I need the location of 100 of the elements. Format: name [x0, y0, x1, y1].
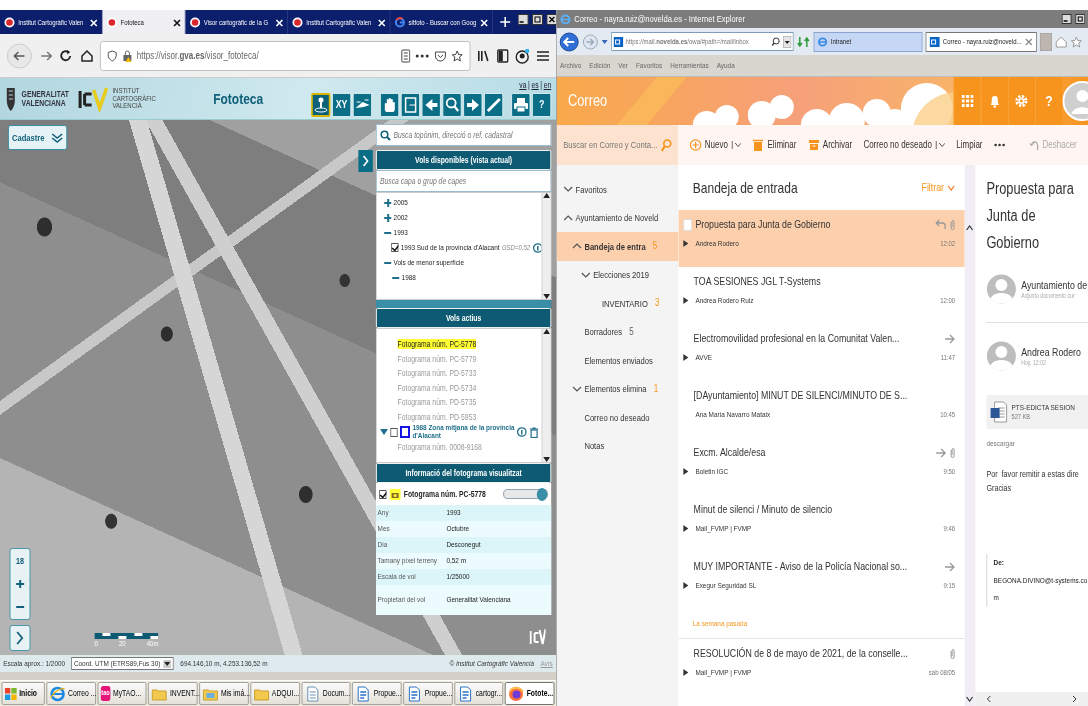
- folder-item[interactable]: Elementos enviados: [556, 346, 679, 375]
- pocket-icon[interactable]: [434, 49, 446, 62]
- taskbar-item[interactable]: INVENT...: [148, 682, 198, 705]
- minimize-icon[interactable]: [517, 14, 529, 25]
- expand-triangle-icon[interactable]: [683, 525, 689, 533]
- junk-command[interactable]: Correo no deseado: [863, 139, 946, 151]
- restore-icon[interactable]: [1074, 14, 1085, 24]
- language-link[interactable]: en: [543, 80, 552, 91]
- layer-group-name[interactable]: 1988 Zona mitjana de la província d'Alacant: [412, 424, 515, 440]
- scrollbar[interactable]: [541, 193, 551, 299]
- close-icon[interactable]: [171, 17, 181, 27]
- menu-item[interactable]: Edición: [589, 60, 611, 71]
- star-icon[interactable]: [1070, 35, 1083, 48]
- search-field[interactable]: Buscar en Correo y Conta...: [563, 139, 661, 151]
- folder-item[interactable]: INVENTARIO 3: [556, 289, 679, 318]
- chevron-down-icon[interactable]: [572, 384, 582, 393]
- door-tool-button[interactable]: [400, 92, 420, 117]
- star-icon[interactable]: [450, 49, 463, 62]
- caret-down-icon[interactable]: [380, 428, 388, 436]
- folder-item[interactable]: Notas: [556, 431, 679, 460]
- library-icon[interactable]: [476, 48, 491, 63]
- address-field[interactable]: https://visor.gva.es/visor_fototeca/: [100, 40, 470, 71]
- magnifier-tool-button[interactable]: [442, 92, 462, 117]
- folder-item[interactable]: Elecciones 2019: [556, 260, 679, 289]
- help-button[interactable]: ?: [532, 92, 552, 117]
- compatibility-icon[interactable]: [796, 34, 811, 49]
- expand-triangle-icon[interactable]: [683, 297, 689, 305]
- taskbar-item[interactable]: ADQUI...: [250, 682, 300, 705]
- sweep-command[interactable]: Limpiar: [956, 139, 983, 151]
- tree-label[interactable]: 2005: [393, 197, 408, 208]
- printer-tool-button[interactable]: [511, 92, 531, 117]
- chevron-up-icon[interactable]: [572, 242, 582, 251]
- plus-icon[interactable]: [383, 212, 392, 223]
- taskbar-item[interactable]: Correo ...: [46, 682, 96, 705]
- checkbox[interactable]: [379, 489, 387, 499]
- coordinates-button[interactable]: XY: [332, 92, 352, 117]
- info-icon[interactable]: [517, 427, 527, 437]
- account-icon[interactable]: [515, 47, 530, 64]
- expand-triangle-icon[interactable]: [683, 669, 689, 677]
- download-link[interactable]: descargar: [986, 439, 1088, 449]
- folder-item[interactable]: Ayuntamiento de Noveld: [556, 203, 679, 232]
- minimize-icon[interactable]: [1061, 14, 1072, 24]
- menu-item[interactable]: Favoritos: [635, 60, 663, 71]
- taskbar-item[interactable]: Docum...: [301, 682, 351, 705]
- scroll-up-icon[interactable]: [965, 225, 974, 231]
- new-tab-icon[interactable]: [499, 16, 512, 28]
- scrollbar[interactable]: [975, 692, 1088, 706]
- search-field[interactable]: Busca topònim, direcció o ref. cadastral: [393, 129, 548, 141]
- tree-label[interactable]: 1988: [401, 272, 416, 283]
- expand-triangle-icon[interactable]: [683, 354, 689, 362]
- basemap-dropdown[interactable]: Cadastre: [8, 125, 68, 150]
- layer-search-box[interactable]: Busca capa o grup de capes: [376, 170, 552, 192]
- tree-label[interactable]: Vols de menor superfície: [393, 257, 465, 268]
- expand-triangle-icon[interactable]: [683, 240, 689, 248]
- tree-label[interactable]: 2002: [393, 212, 408, 223]
- language-link[interactable]: es: [531, 80, 539, 91]
- close-icon[interactable]: [546, 14, 557, 25]
- photo-item[interactable]: Fotograma núm. PC-5778: [397, 339, 477, 350]
- home-icon[interactable]: [79, 48, 94, 63]
- taskbar-item[interactable]: Propue...: [403, 682, 453, 705]
- info-icon[interactable]: [532, 242, 542, 253]
- layer-search-field[interactable]: Busca capa o grup de capes: [380, 175, 548, 187]
- selection-checkbox[interactable]: [683, 218, 693, 231]
- tree-label[interactable]: 1993: [393, 227, 408, 238]
- taskbar-item[interactable]: Mis imá...: [199, 682, 249, 705]
- expand-triangle-icon[interactable]: [683, 468, 689, 476]
- ruler-tool-button[interactable]: [484, 92, 504, 117]
- folder-item[interactable]: Elementos elimina 1: [556, 374, 679, 403]
- chevron-down-icon[interactable]: [563, 185, 574, 194]
- dropdown-arrow-icon[interactable]: [782, 35, 791, 48]
- folder-item[interactable]: Correo no deseado: [556, 403, 679, 432]
- opacity-slider[interactable]: [503, 489, 548, 499]
- menu-item[interactable]: Ayuda: [716, 60, 735, 71]
- taskbar-item[interactable]: Propue...: [352, 682, 402, 705]
- expand-panel-button[interactable]: [358, 150, 373, 172]
- reader-icon[interactable]: [400, 48, 411, 63]
- checkbox[interactable]: [390, 427, 398, 437]
- zoom-in-icon[interactable]: [15, 579, 25, 590]
- menu-item[interactable]: Archivo: [560, 60, 582, 71]
- taskbar-item[interactable]: Fotote...: [505, 682, 555, 705]
- taskbar-item[interactable]: cartogr...: [454, 682, 504, 705]
- scrollbar[interactable]: [964, 165, 975, 706]
- trash-icon[interactable]: [529, 426, 539, 438]
- scrollbar[interactable]: [541, 329, 551, 462]
- collapse-button[interactable]: [9, 625, 31, 651]
- search-box[interactable]: Buscar en Correo y Conta...: [556, 125, 679, 165]
- coordinate-system-select[interactable]: Coord. UTM (ETRS89,Fus 30): [71, 657, 174, 670]
- folder-item[interactable]: Favoritos: [556, 175, 679, 204]
- plus-icon[interactable]: [383, 197, 392, 208]
- reload-icon[interactable]: [59, 48, 74, 63]
- folder-item[interactable]: Borradores 5: [556, 317, 679, 346]
- menu-item[interactable]: Herramientas: [670, 60, 709, 71]
- tree-label[interactable]: 1993 Sud de la província d'Alacant: [400, 242, 500, 253]
- checkbox[interactable]: [391, 243, 399, 252]
- expand-triangle-icon[interactable]: [683, 582, 689, 590]
- aircraft-tool-button[interactable]: [352, 92, 372, 117]
- search-icon[interactable]: [771, 37, 781, 46]
- more-icon[interactable]: [415, 53, 430, 58]
- new-command[interactable]: Nuevo: [689, 139, 742, 151]
- right-arrow-tool-button[interactable]: [463, 92, 483, 117]
